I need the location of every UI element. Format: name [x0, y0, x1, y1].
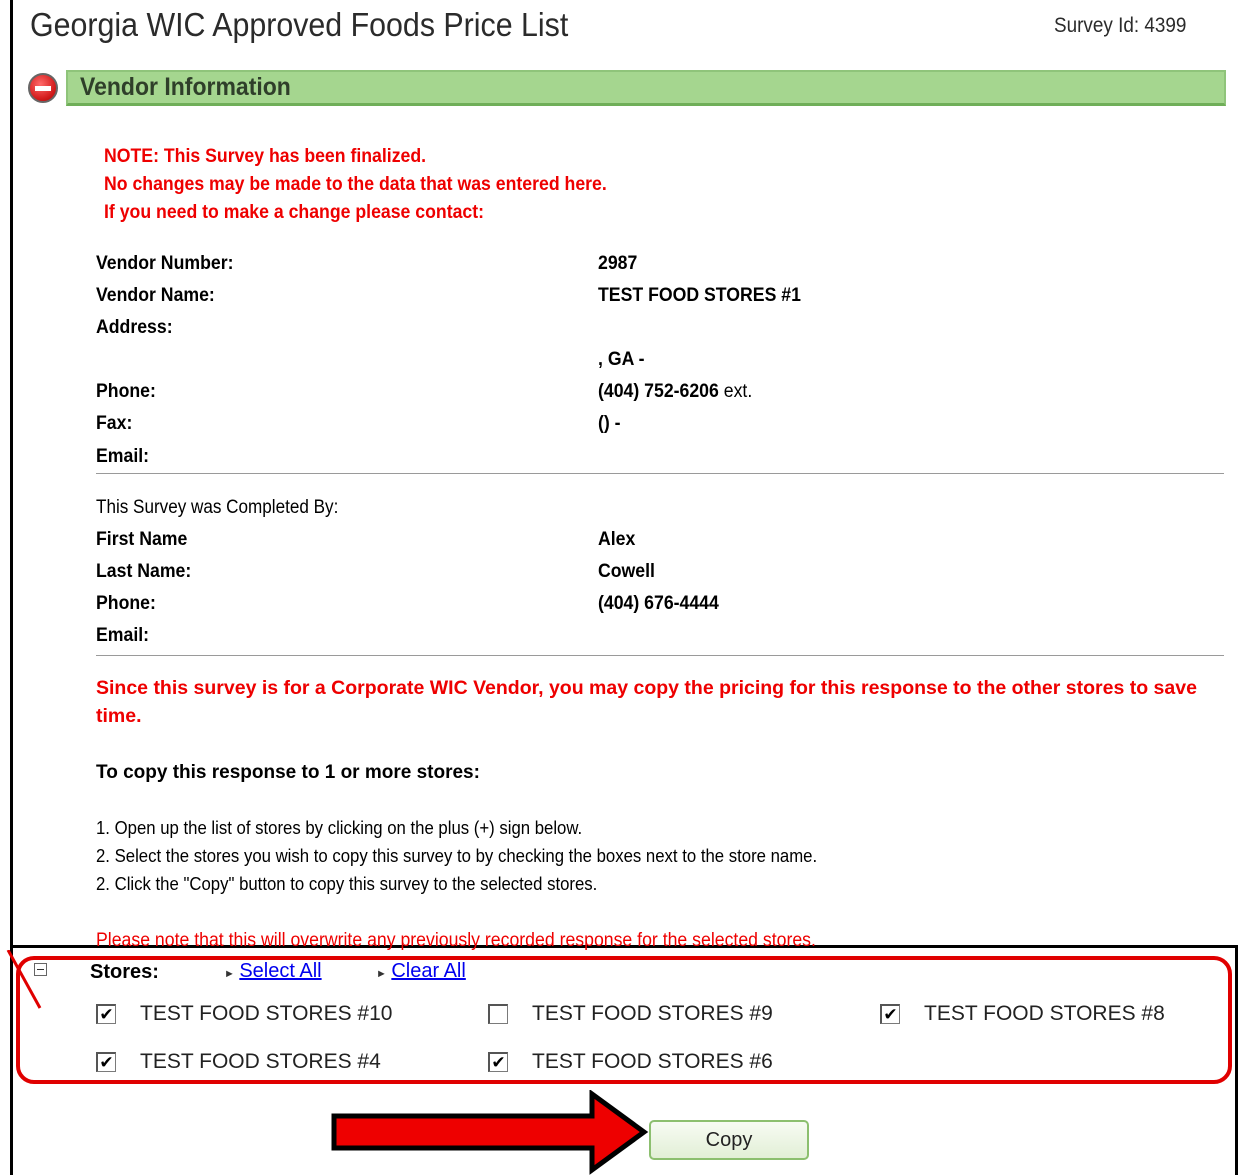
- address-city-value: , GA -: [598, 349, 645, 370]
- overwrite-warning: Please note that this will overwrite any…: [96, 930, 816, 951]
- store-option[interactable]: ✔ TEST FOOD STORES #4: [96, 1050, 381, 1074]
- select-all-link[interactable]: ► Select All: [224, 960, 322, 983]
- store-checkbox[interactable]: [488, 1004, 508, 1024]
- completed-by-heading: This Survey was Completed By:: [96, 497, 339, 518]
- arrow-right-icon: ►: [376, 968, 387, 980]
- callout-pointer: [6, 950, 42, 1009]
- page-title: Georgia WIC Approved Foods Price List: [30, 6, 569, 43]
- copy-button[interactable]: Copy: [649, 1120, 809, 1160]
- store-name: TEST FOOD STORES #6: [532, 1050, 773, 1073]
- store-option[interactable]: ✔ TEST FOOD STORES #8: [880, 1002, 1165, 1026]
- stores-label: Stores:: [90, 961, 159, 983]
- phone-ext: ext.: [718, 381, 753, 402]
- big-red-arrow-icon: [331, 1090, 649, 1175]
- last-name-label: Last Name:: [96, 561, 192, 582]
- clear-all-label[interactable]: Clear All: [391, 960, 465, 982]
- store-checkbox[interactable]: ✔: [880, 1004, 900, 1024]
- vendor-name-label: Vendor Name:: [96, 285, 215, 306]
- fax-value: () -: [598, 413, 621, 434]
- main-frame: [10, 0, 1238, 948]
- store-checkbox[interactable]: ✔: [488, 1052, 508, 1072]
- store-checkbox[interactable]: ✔: [96, 1004, 116, 1024]
- phone-number: (404) 752-6206: [598, 381, 719, 402]
- completed-phone-label: Phone:: [96, 593, 156, 614]
- store-option[interactable]: ✔ TEST FOOD STORES #6: [488, 1050, 773, 1074]
- first-name-label: First Name: [96, 529, 188, 550]
- fax-label: Fax:: [96, 413, 133, 434]
- store-name: TEST FOOD STORES #4: [140, 1050, 381, 1073]
- store-name: TEST FOOD STORES #8: [924, 1002, 1165, 1025]
- arrow-right-icon: ►: [224, 968, 235, 980]
- instruction-step-2: 2. Select the stores you wish to copy th…: [96, 846, 818, 866]
- vendor-name-value: TEST FOOD STORES #1: [598, 285, 801, 306]
- collapse-section-icon[interactable]: [28, 73, 58, 103]
- arrow-shape: [331, 1090, 649, 1175]
- completed-email-label: Email:: [96, 625, 150, 646]
- email-label: Email:: [96, 446, 150, 467]
- address-label: Address:: [96, 317, 173, 338]
- store-name: TEST FOOD STORES #10: [140, 1002, 393, 1025]
- survey-id: Survey Id: 4399: [1054, 14, 1187, 37]
- last-name-value: Cowell: [598, 561, 655, 582]
- copy-instructions-heading: To copy this response to 1 or more store…: [96, 762, 480, 783]
- store-checkbox[interactable]: ✔: [96, 1052, 116, 1072]
- store-option[interactable]: TEST FOOD STORES #9: [488, 1002, 773, 1026]
- phone-value: (404) 752-6206 ext.: [598, 381, 752, 403]
- callout-line: [6, 950, 42, 1009]
- store-option[interactable]: ✔ TEST FOOD STORES #10: [96, 1002, 392, 1026]
- instruction-step-3: 2. Click the "Copy" button to copy this …: [96, 874, 598, 894]
- no-changes-note: No changes may be made to the data that …: [104, 174, 607, 195]
- finalized-note: NOTE: This Survey has been finalized.: [104, 146, 427, 167]
- completed-phone-value: (404) 676-4444: [598, 593, 719, 614]
- contact-note: If you need to make a change please cont…: [104, 202, 485, 223]
- corporate-note: Since this survey is for a Corporate WIC…: [96, 677, 1197, 727]
- vendor-number-label: Vendor Number:: [96, 253, 234, 274]
- select-all-label[interactable]: Select All: [239, 960, 321, 982]
- first-name-value: Alex: [598, 529, 636, 550]
- section-title: Vendor Information: [80, 73, 291, 101]
- clear-all-link[interactable]: ► Clear All: [376, 960, 466, 983]
- instruction-step-1: 1. Open up the list of stores by clickin…: [96, 818, 583, 838]
- vendor-number-value: 2987: [598, 253, 638, 274]
- phone-label: Phone:: [96, 381, 156, 402]
- store-name: TEST FOOD STORES #9: [532, 1002, 773, 1025]
- divider: [96, 655, 1224, 656]
- divider: [96, 473, 1224, 474]
